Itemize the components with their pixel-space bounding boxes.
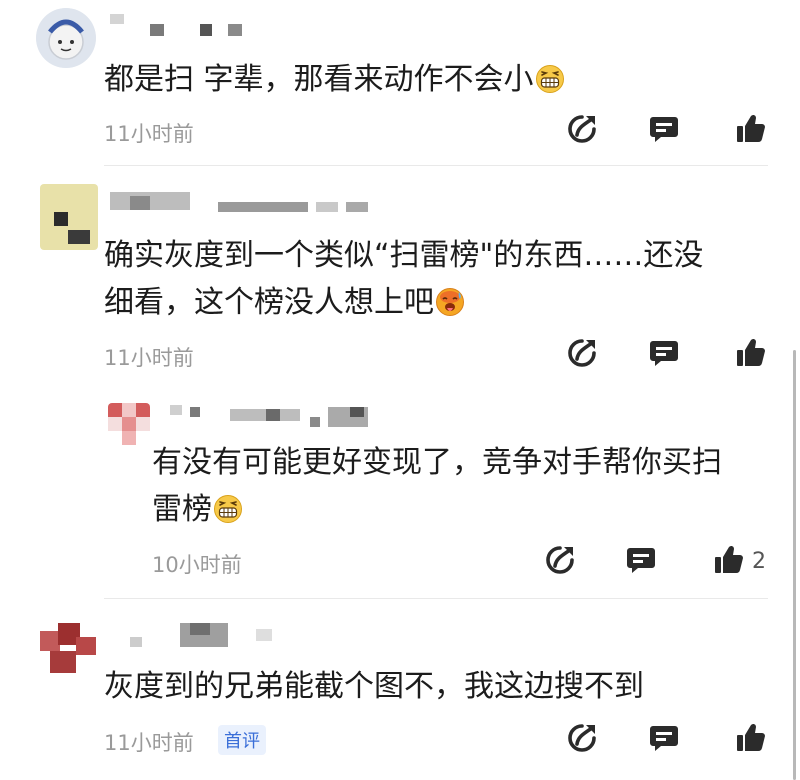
username-mosaic[interactable]: [130, 623, 280, 647]
comment-item: 确实灰度到一个类似“扫雷榜"的东西……还没 细看，这个榜没人想上吧 11小时前: [0, 170, 800, 390]
like-button[interactable]: [712, 543, 746, 577]
thumbs-up-icon: [712, 543, 746, 577]
comment-icon: [647, 336, 681, 370]
reply-button[interactable]: [647, 336, 681, 370]
like-button[interactable]: [734, 112, 768, 146]
avatar[interactable]: [40, 623, 96, 673]
divider: [104, 165, 768, 166]
comment-text-content: 细看，这个榜没人想上吧: [104, 285, 434, 320]
share-button[interactable]: [565, 336, 599, 370]
comment-text: 都是扫 字辈，那看来动作不会小: [104, 58, 565, 102]
share-button[interactable]: [543, 543, 577, 577]
reply-text-content: 雷榜: [152, 492, 212, 527]
username-mosaic[interactable]: [110, 14, 250, 36]
reply-item: 有没有可能更好变现了，竞争对手帮你买扫 雷榜 10小时前 2: [0, 395, 800, 595]
thumbs-up-icon: [734, 721, 768, 755]
comment-icon: [647, 112, 681, 146]
hot-face-emoji-icon: [435, 287, 465, 317]
reply-button[interactable]: [624, 543, 658, 577]
comment-text-line2: 细看，这个榜没人想上吧: [104, 281, 465, 325]
grinning-squint-emoji-icon: [535, 64, 565, 94]
reply-time: 10小时前: [152, 553, 242, 577]
username-mosaic[interactable]: [170, 405, 390, 427]
like-count: 2: [752, 549, 766, 574]
thumbs-up-icon: [734, 336, 768, 370]
scrollbar[interactable]: [793, 350, 796, 780]
first-comment-badge: 首评: [218, 725, 266, 755]
grinning-squint-emoji-icon: [213, 494, 243, 524]
like-button[interactable]: [734, 721, 768, 755]
comment-icon: [624, 543, 658, 577]
avatar[interactable]: [40, 184, 98, 250]
comment-text: 灰度到的兄弟能截个图不，我这边搜不到: [104, 669, 644, 704]
reply-button[interactable]: [647, 721, 681, 755]
reply-text-line1: 有没有可能更好变现了，竞争对手帮你买扫: [152, 445, 722, 480]
comment-time: 11小时前: [104, 122, 194, 146]
share-button[interactable]: [565, 112, 599, 146]
divider: [104, 598, 768, 599]
like-button[interactable]: [734, 336, 768, 370]
share-icon: [565, 721, 599, 755]
comment-time: 11小时前: [104, 731, 194, 755]
username-mosaic[interactable]: [110, 192, 370, 214]
avatar[interactable]: [108, 403, 150, 445]
share-button[interactable]: [565, 721, 599, 755]
comment-item: 都是扫 字辈，那看来动作不会小 11小时前: [0, 0, 800, 160]
reply-button[interactable]: [647, 112, 681, 146]
share-icon: [565, 336, 599, 370]
thumbs-up-icon: [734, 112, 768, 146]
avatar[interactable]: [36, 8, 96, 68]
comment-text-content: 都是扫 字辈，那看来动作不会小: [104, 62, 534, 97]
share-icon: [565, 112, 599, 146]
comment-text-line1: 确实灰度到一个类似“扫雷榜"的东西……还没: [104, 238, 704, 273]
reply-text-line2: 雷榜: [152, 488, 243, 532]
share-icon: [543, 543, 577, 577]
comment-item: 灰度到的兄弟能截个图不，我这边搜不到 11小时前 首评: [0, 605, 800, 780]
comment-time: 11小时前: [104, 346, 194, 370]
comment-icon: [647, 721, 681, 755]
